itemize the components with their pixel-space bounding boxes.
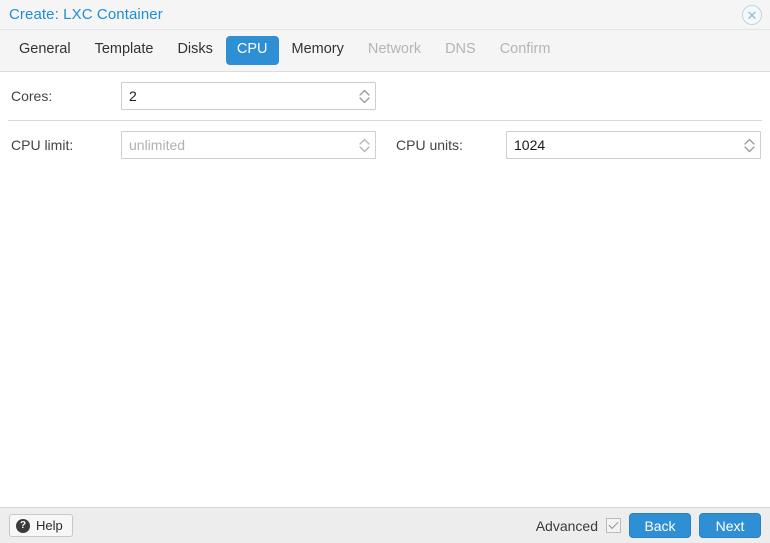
cpu-units-spinner[interactable]: [744, 136, 755, 154]
question-mark-icon: ?: [16, 518, 30, 533]
cpu-units-label: CPU units:: [396, 137, 463, 153]
cpu-limit-field-group: CPU limit:: [8, 131, 393, 159]
tab-template[interactable]: Template: [84, 36, 165, 64]
help-button[interactable]: ? Help: [9, 514, 73, 537]
check-icon: [608, 519, 619, 530]
tab-confirm: Confirm: [499, 41, 551, 58]
back-button[interactable]: Back: [629, 513, 691, 538]
dialog-footer: ? Help Advanced Back Next: [0, 507, 770, 543]
cpu-limit-label: CPU limit:: [11, 137, 74, 153]
spinner-arrows-icon: [359, 89, 370, 103]
close-icon[interactable]: ✕: [742, 5, 762, 25]
cores-input[interactable]: [121, 82, 376, 110]
dialog-title: Create: LXC Container: [9, 6, 163, 23]
tab-dns: DNS: [445, 41, 476, 58]
tab-memory[interactable]: Memory: [281, 36, 355, 64]
wizard-tabbar: General Template Disks CPU Memory Networ…: [0, 30, 770, 72]
tab-disks[interactable]: Disks: [166, 36, 223, 64]
advanced-label: Advanced: [535, 517, 598, 534]
advanced-checkbox[interactable]: [606, 518, 621, 533]
spinner-arrows-icon: [359, 138, 370, 152]
create-lxc-container-dialog: Create: LXC Container ✕ General Template…: [0, 0, 770, 543]
help-button-label: Help: [36, 518, 63, 533]
cpu-limit-input-wrap: [121, 131, 376, 159]
cores-spinner[interactable]: [359, 87, 370, 105]
dialog-titlebar: Create: LXC Container ✕: [0, 0, 770, 30]
tab-cpu[interactable]: CPU: [225, 36, 279, 65]
cpu-units-field-group: CPU units:: [393, 131, 770, 159]
cores-row: Cores:: [0, 72, 770, 120]
cpu-settings-panel: Cores: CPU limit:: [0, 72, 770, 507]
tab-general[interactable]: General: [8, 36, 82, 64]
next-button[interactable]: Next: [699, 513, 761, 538]
cpu-limit-units-row: CPU limit: CPU units:: [0, 121, 770, 169]
tab-network: Network: [367, 41, 422, 58]
cores-label: Cores:: [11, 88, 53, 104]
cpu-units-input[interactable]: [506, 131, 761, 159]
spinner-arrows-icon: [744, 138, 755, 152]
cpu-limit-input[interactable]: [121, 131, 376, 159]
cores-field-group: Cores:: [8, 82, 393, 110]
cpu-units-input-wrap: [506, 131, 761, 159]
cores-input-wrap: [121, 82, 376, 110]
footer-actions: Advanced Back Next: [536, 513, 761, 538]
cpu-limit-spinner[interactable]: [359, 136, 370, 154]
